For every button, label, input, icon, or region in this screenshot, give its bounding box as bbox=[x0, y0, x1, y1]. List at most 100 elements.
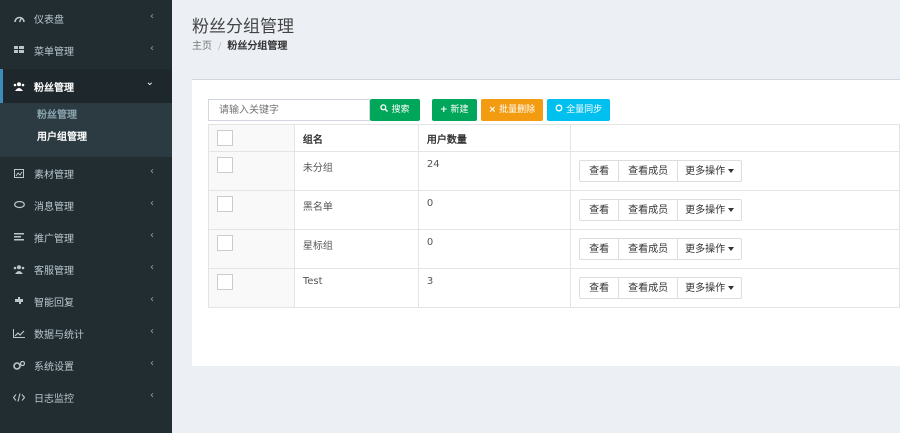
full-sync-button[interactable]: 全量同步 bbox=[547, 99, 611, 121]
sidebar-item-auto-reply[interactable]: 智能回复 ‹ bbox=[0, 285, 172, 317]
caret-down-icon bbox=[728, 208, 735, 212]
sidebar-item-label: 系统设置 bbox=[34, 361, 74, 373]
table-row: 未分组 24 查看 查看成员 更多操作 bbox=[208, 151, 900, 191]
actions-cell: 查看 查看成员 更多操作 bbox=[570, 151, 900, 191]
chevron-down-icon: ⌄ bbox=[145, 77, 154, 88]
content-header: 粉丝分组管理 主页 / 粉丝分组管理 bbox=[172, 0, 900, 66]
user-count-cell: 0 bbox=[417, 190, 572, 230]
view-members-button[interactable]: 查看成员 bbox=[618, 199, 679, 221]
user-count-cell: 3 bbox=[417, 268, 572, 308]
sidebar-item-fans[interactable]: 粉丝管理 ⌄ bbox=[0, 69, 172, 103]
chevron-left-icon: ‹ bbox=[150, 198, 154, 209]
submenu-item-user-groups[interactable]: 用户组管理 bbox=[0, 127, 172, 149]
more-actions-label: 更多操作 bbox=[685, 166, 726, 177]
row-select-cell bbox=[208, 229, 295, 269]
column-header-actions bbox=[570, 124, 900, 152]
view-button[interactable]: 查看 bbox=[579, 277, 620, 299]
sidebar-item-dashboard[interactable]: 仪表盘 ‹ bbox=[0, 2, 172, 34]
sidebar-item-messages[interactable]: 消息管理 ‹ bbox=[0, 189, 172, 221]
user-count-cell: 0 bbox=[417, 229, 572, 269]
view-members-button[interactable]: 查看成员 bbox=[618, 238, 679, 260]
sidebar-item-materials[interactable]: 素材管理 ‹ bbox=[0, 157, 172, 189]
sidebar-item-label: 客服管理 bbox=[34, 265, 74, 277]
actions-cell: 查看 查看成员 更多操作 bbox=[570, 190, 900, 230]
chevron-left-icon: ‹ bbox=[150, 358, 154, 369]
group-name-cell: 未分组 bbox=[293, 151, 419, 191]
gears-icon bbox=[12, 359, 26, 371]
sidebar-item-logs[interactable]: 日志监控 ‹ bbox=[0, 381, 172, 413]
plus-icon: + bbox=[440, 105, 448, 115]
sidebar-item-label: 菜单管理 bbox=[34, 46, 74, 58]
new-button[interactable]: + 新建 bbox=[432, 99, 477, 121]
sidebar-item-label: 智能回复 bbox=[34, 297, 74, 309]
sidebar-item-support[interactable]: 客服管理 ‹ bbox=[0, 253, 172, 285]
grid-icon bbox=[12, 44, 26, 56]
row-checkbox[interactable] bbox=[217, 196, 233, 212]
breadcrumb-current: 粉丝分组管理 bbox=[227, 41, 288, 52]
dashboard-icon bbox=[12, 12, 26, 24]
view-button[interactable]: 查看 bbox=[579, 160, 620, 182]
refresh-icon bbox=[555, 99, 563, 121]
sidebar-item-label: 推广管理 bbox=[34, 233, 74, 245]
search-button[interactable]: 搜索 bbox=[370, 99, 420, 121]
row-select-cell bbox=[208, 151, 295, 191]
code-icon bbox=[12, 391, 26, 403]
submenu-item-fans[interactable]: 粉丝管理 bbox=[0, 105, 172, 127]
search-button-label: 搜索 bbox=[391, 105, 410, 115]
sidebar-item-promotion[interactable]: 推广管理 ‹ bbox=[0, 221, 172, 253]
more-actions-dropdown[interactable]: 更多操作 bbox=[677, 277, 743, 299]
row-select-cell bbox=[208, 268, 295, 308]
groups-table: 组名 用户数量 未分组 24 查看 查看成员 更多操作 黑名单 0 查看 查看成… bbox=[208, 124, 900, 308]
view-members-button[interactable]: 查看成员 bbox=[618, 277, 679, 299]
sidebar-item-settings[interactable]: 系统设置 ‹ bbox=[0, 349, 172, 381]
view-button[interactable]: 查看 bbox=[579, 238, 620, 260]
sidebar-item-label: 消息管理 bbox=[34, 201, 74, 213]
group-name-cell: Test bbox=[293, 268, 419, 308]
chevron-left-icon: ‹ bbox=[150, 262, 154, 273]
search-input[interactable] bbox=[208, 99, 370, 121]
search-icon bbox=[380, 99, 389, 121]
list-icon bbox=[12, 231, 26, 243]
group-name-cell: 星标组 bbox=[293, 229, 419, 269]
full-sync-label: 全量同步 bbox=[566, 105, 603, 115]
sidebar-item-label: 仪表盘 bbox=[34, 14, 64, 26]
sidebar-item-statistics[interactable]: 数据与统计 ‹ bbox=[0, 317, 172, 349]
row-checkbox[interactable] bbox=[217, 235, 233, 251]
more-actions-label: 更多操作 bbox=[685, 244, 726, 255]
more-actions-dropdown[interactable]: 更多操作 bbox=[677, 238, 743, 260]
more-actions-dropdown[interactable]: 更多操作 bbox=[677, 160, 743, 182]
chevron-left-icon: ‹ bbox=[150, 326, 154, 337]
breadcrumb-home[interactable]: 主页 bbox=[192, 41, 212, 52]
sidebar-item-menu[interactable]: 菜单管理 ‹ bbox=[0, 34, 172, 66]
caret-down-icon bbox=[728, 247, 735, 251]
support-icon bbox=[12, 263, 26, 275]
content-box: 搜索 +新建 ×批量删除 全量同步 组名 用户数量 未分组 bbox=[192, 79, 900, 366]
view-members-button[interactable]: 查看成员 bbox=[618, 160, 679, 182]
column-header-name: 组名 bbox=[293, 124, 419, 152]
table-row: 黑名单 0 查看 查看成员 更多操作 bbox=[208, 190, 900, 230]
chevron-left-icon: ‹ bbox=[150, 43, 154, 54]
more-actions-label: 更多操作 bbox=[685, 283, 726, 294]
caret-down-icon bbox=[728, 169, 735, 173]
toolbar: 搜索 +新建 ×批量删除 全量同步 bbox=[208, 99, 611, 121]
batch-delete-button[interactable]: × 批量删除 bbox=[480, 99, 544, 121]
chat-icon bbox=[12, 199, 26, 211]
view-button[interactable]: 查看 bbox=[579, 199, 620, 221]
chevron-left-icon: ‹ bbox=[150, 230, 154, 241]
select-all-checkbox[interactable] bbox=[217, 130, 233, 146]
table-header-row: 组名 用户数量 bbox=[208, 124, 900, 152]
column-header-count: 用户数量 bbox=[417, 124, 572, 152]
row-checkbox[interactable] bbox=[217, 274, 233, 290]
table-row: 星标组 0 查看 查看成员 更多操作 bbox=[208, 229, 900, 269]
caret-down-icon bbox=[728, 286, 735, 290]
batch-delete-label: 批量删除 bbox=[499, 105, 536, 115]
new-button-label: 新建 bbox=[450, 105, 469, 115]
more-actions-dropdown[interactable]: 更多操作 bbox=[677, 199, 743, 221]
row-checkbox[interactable] bbox=[217, 157, 233, 173]
sidebar-submenu: 粉丝管理 用户组管理 bbox=[0, 103, 172, 157]
page-title: 粉丝分组管理 bbox=[192, 17, 294, 37]
breadcrumb: 主页 / 粉丝分组管理 bbox=[192, 37, 287, 52]
sidebar-item-label: 粉丝管理 bbox=[34, 82, 74, 94]
actions-cell: 查看 查看成员 更多操作 bbox=[570, 268, 900, 308]
select-all-cell bbox=[208, 124, 295, 152]
